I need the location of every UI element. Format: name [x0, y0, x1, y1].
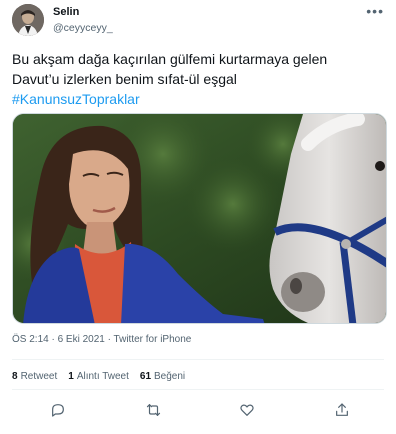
retweet-icon[interactable] — [142, 399, 164, 421]
hashtag-link[interactable]: #KanunsuzTopraklar — [12, 89, 387, 109]
tweet-text-line: Bu akşam dağa kaçırılan gülfemi kurtarma… — [12, 51, 328, 67]
tweet-text: Bu akşam dağa kaçırılan gülfemi kurtarma… — [12, 49, 387, 109]
likes-stat[interactable]: 61 Beğeni — [140, 371, 185, 382]
tweet-stats: 8 Retweet 1 Alıntı Tweet 61 Beğeni — [12, 371, 185, 382]
likes-label: Beğeni — [154, 371, 186, 382]
photo-image — [13, 114, 386, 323]
tweet-text-line: Davut’u izlerken benim sıfat-ül eşgal — [12, 71, 237, 87]
share-icon[interactable] — [331, 399, 353, 421]
reply-icon[interactable] — [47, 399, 69, 421]
tweet-timestamp[interactable]: ÖS 2:14 · 6 Eki 2021 · Twitter for iPhon… — [12, 334, 191, 345]
retweets-stat[interactable]: 8 Retweet — [12, 371, 57, 382]
retweets-label: Retweet — [20, 371, 58, 382]
retweets-count: 8 — [12, 371, 18, 382]
more-icon[interactable]: ••• — [366, 4, 384, 18]
likes-count: 61 — [139, 371, 152, 382]
avatar-image — [12, 4, 44, 36]
author-handle[interactable]: @ceyyceyy_ — [53, 22, 113, 34]
action-bar — [0, 399, 396, 423]
quotes-label: Alıntı Tweet — [76, 371, 129, 382]
quotes-stat[interactable]: 1 Alıntı Tweet — [68, 371, 129, 382]
quotes-count: 1 — [68, 371, 74, 382]
author-name[interactable]: Selin — [53, 6, 79, 18]
tweet-card: Selin @ceyyceyy_ ••• Bu akşam dağa kaçır… — [0, 0, 396, 434]
divider — [12, 359, 384, 360]
tweet-photo[interactable] — [12, 113, 387, 324]
divider — [12, 389, 384, 390]
avatar[interactable] — [12, 4, 44, 36]
heart-icon[interactable] — [236, 399, 258, 421]
